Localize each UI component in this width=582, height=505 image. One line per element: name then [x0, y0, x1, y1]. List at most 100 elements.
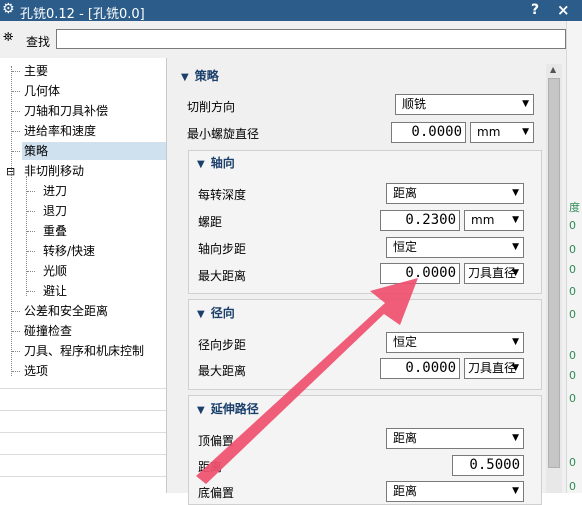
- section-radial-title: 径向: [210, 306, 235, 320]
- tree-line: [12, 351, 20, 352]
- title-bar: ⚙ 孔铣0.12 - [孔铣0.0] ? ×: [0, 0, 582, 22]
- gear-icon[interactable]: ⚙: [2, 1, 15, 17]
- cut-direction-dropdown[interactable]: 顺铣 ▼: [395, 94, 534, 115]
- strip-char: 0: [569, 308, 576, 321]
- tree-line: [12, 311, 20, 312]
- tree-item-non-cutting[interactable]: 非切削移动: [22, 162, 86, 180]
- tree-item-avoidance[interactable]: 避让: [41, 282, 69, 300]
- tree-item-feeds[interactable]: 进给率和速度: [22, 122, 98, 140]
- section-extend-header[interactable]: ▼ 延伸路径: [197, 400, 259, 417]
- dropdown-arrow-icon: ▼: [522, 127, 529, 137]
- tree-item-transfer[interactable]: 转移/快速: [41, 242, 97, 260]
- search-input[interactable]: [56, 29, 566, 49]
- section-strategy-title: 策略: [194, 69, 219, 83]
- tree-item-tool-axis[interactable]: 刀轴和刀具补偿: [22, 102, 110, 120]
- tree-item-collision[interactable]: 碰撞检查: [22, 322, 74, 340]
- pitch-label: 螺距: [198, 215, 223, 229]
- dropdown-arrow-icon: ▼: [512, 268, 519, 278]
- section-extend-title: 延伸路径: [210, 402, 259, 416]
- strip-char: 0: [569, 263, 576, 276]
- tree-line: [12, 151, 20, 152]
- strip-char: 0: [569, 243, 576, 256]
- radial-max-distance-label: 最大距离: [198, 364, 247, 378]
- tree-item-engage[interactable]: 进刀: [41, 182, 69, 200]
- tree-item-geometry[interactable]: 几何体: [22, 82, 62, 100]
- collapse-triangle-icon: ▼: [197, 159, 205, 170]
- strip-char: 0: [569, 392, 576, 405]
- cut-direction-label: 切削方向: [187, 100, 236, 114]
- tree-line: [27, 251, 35, 252]
- close-button[interactable]: ×: [557, 1, 570, 19]
- collapse-triangle-icon: ▼: [181, 72, 189, 83]
- vertical-scrollbar[interactable]: ▲: [546, 64, 562, 493]
- min-helix-unit-dropdown[interactable]: mm ▼: [470, 122, 534, 143]
- search-label: 查找: [26, 35, 51, 49]
- axial-max-distance-label: 最大距离: [198, 269, 247, 283]
- axial-step-dropdown[interactable]: 恒定 ▼: [386, 237, 524, 258]
- tree-line: [26, 176, 27, 296]
- tree-line: [11, 66, 12, 376]
- depth-per-rev-dropdown[interactable]: 距离 ▼: [386, 183, 524, 204]
- top-offset-value: 距离: [393, 431, 418, 445]
- dropdown-arrow-icon: ▼: [512, 242, 519, 252]
- tree-item-main[interactable]: 主要: [22, 62, 50, 80]
- pitch-input[interactable]: 0.2300: [380, 210, 460, 231]
- collapse-icon[interactable]: ⊟: [6, 165, 15, 178]
- dropdown-arrow-icon: ▼: [512, 215, 519, 225]
- tree-item-overlap[interactable]: 重叠: [41, 222, 69, 240]
- pitch-unit: mm: [471, 213, 495, 227]
- scroll-up-icon[interactable]: ▲: [550, 65, 556, 74]
- parameters-panel: ▲ ▼ 策略 切削方向 顺铣 ▼ 最小螺旋直径 0.0000 mm ▼ ▼ 轴向 每转深…: [167, 58, 566, 505]
- tree-item-retract[interactable]: 退刀: [41, 202, 69, 220]
- tree-item-smoothing[interactable]: 光顺: [41, 262, 69, 280]
- section-radial-header[interactable]: ▼ 径向: [197, 304, 235, 321]
- min-helix-input[interactable]: 0.0000: [391, 122, 466, 143]
- tree-item-strategy[interactable]: 策略: [22, 142, 166, 160]
- distance-label: 距离: [198, 460, 223, 474]
- cut-direction-value: 顺铣: [402, 97, 427, 111]
- strip-char: 0: [569, 285, 576, 298]
- strip-char: 0: [569, 456, 576, 469]
- pitch-unit-dropdown[interactable]: mm ▼: [464, 210, 524, 231]
- strip-char: 0: [569, 480, 576, 493]
- top-offset-label: 顶偏置: [198, 434, 235, 448]
- strip-char: 0: [569, 349, 576, 362]
- window-title: 孔铣0.12 - [孔铣0.0]: [20, 7, 145, 22]
- tree-divider: [0, 454, 166, 455]
- depth-per-rev-value: 距离: [393, 186, 418, 200]
- section-strategy-header[interactable]: ▼ 策略: [181, 67, 219, 84]
- strip-char: 度: [569, 201, 580, 214]
- distance-input[interactable]: 0.5000: [452, 455, 524, 476]
- min-helix-unit: mm: [477, 125, 501, 139]
- dropdown-arrow-icon: ▼: [512, 337, 519, 347]
- tree-divider: [0, 388, 166, 389]
- tree-line: [12, 371, 20, 372]
- navigation-tree: 主要 几何体 刀轴和刀具补偿 进给率和速度 策略 ⊟ 非切削移动 进刀 退刀 重…: [0, 58, 167, 493]
- help-button[interactable]: ?: [531, 2, 539, 18]
- radial-max-distance-input[interactable]: 0.0000: [380, 358, 460, 379]
- radial-max-distance-unit-dropdown[interactable]: 刀具直径 ▼: [464, 358, 524, 379]
- depth-per-rev-label: 每转深度: [198, 188, 247, 202]
- radial-step-value: 恒定: [393, 335, 418, 349]
- tree-item-tool-program[interactable]: 刀具、程序和机床控制: [22, 342, 146, 360]
- axial-max-distance-input[interactable]: 0.0000: [380, 263, 460, 284]
- axial-max-distance-unit-dropdown[interactable]: 刀具直径 ▼: [464, 263, 524, 284]
- tree-item-tolerance[interactable]: 公差和安全距离: [22, 302, 110, 320]
- tree-line: [12, 71, 20, 72]
- axial-step-value: 恒定: [393, 240, 418, 254]
- section-axial-header[interactable]: ▼ 轴向: [197, 154, 235, 171]
- scrollbar-thumb[interactable]: [548, 78, 560, 468]
- radial-step-dropdown[interactable]: 恒定 ▼: [386, 332, 524, 353]
- tree-line: [12, 111, 20, 112]
- tree-line: [12, 131, 20, 132]
- strip-char: 0: [569, 369, 576, 382]
- tree-line: [27, 291, 35, 292]
- min-helix-label: 最小螺旋直径: [187, 127, 260, 141]
- top-offset-dropdown[interactable]: 距离 ▼: [386, 428, 524, 449]
- tree-line: [27, 191, 35, 192]
- bottom-offset-dropdown[interactable]: 距离 ▼: [386, 481, 524, 502]
- tree-item-options[interactable]: 选项: [22, 362, 50, 380]
- axial-step-label: 轴向步距: [198, 242, 247, 256]
- dropdown-arrow-icon: ▼: [512, 363, 519, 373]
- radial-step-label: 径向步距: [198, 338, 247, 352]
